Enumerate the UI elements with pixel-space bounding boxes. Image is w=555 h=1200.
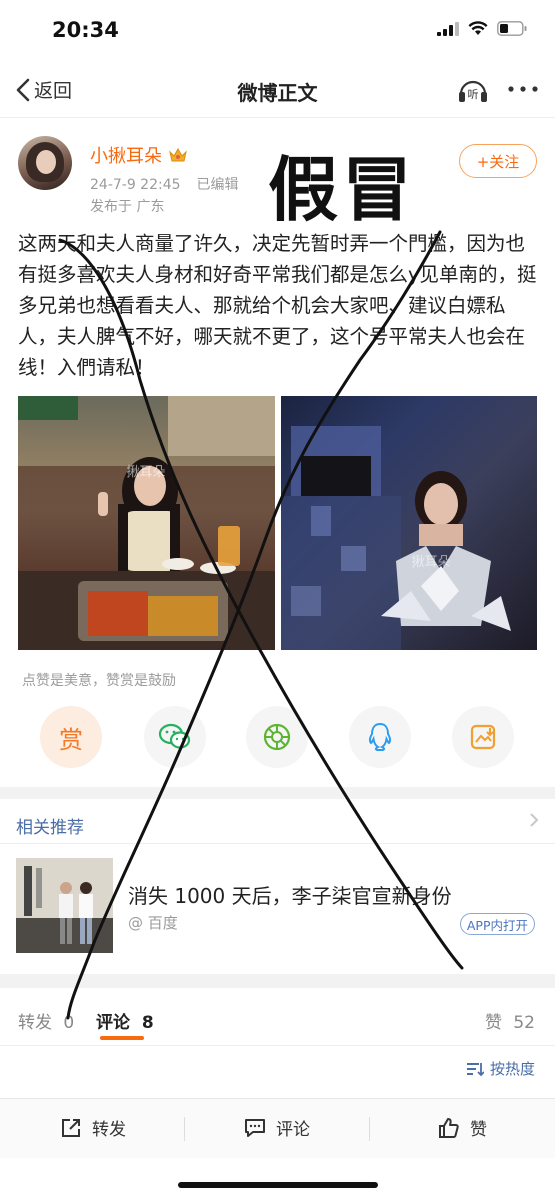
- divider: [369, 1117, 370, 1141]
- more-dots-icon: [508, 86, 538, 92]
- related-source: @ 百度: [128, 914, 178, 932]
- repost-button[interactable]: 转发: [60, 1115, 126, 1140]
- related-headline[interactable]: 消失 1000 天后，李子柒官宣新身份: [128, 880, 452, 909]
- comment-label: 评论: [276, 1120, 310, 1140]
- sort-button[interactable]: 按热度: [466, 1058, 535, 1079]
- post-meta: 24-7-9 22:45 已编辑: [90, 174, 239, 194]
- divider: [184, 1117, 185, 1141]
- home-indicator: [178, 1182, 378, 1188]
- post-text: 这两天和夫人商量了许久，决定先暂时弄一个門檻，因为也有挺多喜欢夫人身材和好奇平常…: [18, 232, 537, 379]
- username-link[interactable]: 小揪耳朵: [90, 142, 188, 168]
- related-thumbnail[interactable]: [16, 858, 113, 953]
- tab-like-label: 赞: [484, 1013, 502, 1033]
- headphones-icon: 听: [459, 80, 487, 102]
- reward-hint: 点赞是美意，赞赏是鼓励: [22, 673, 176, 689]
- share-qq-button[interactable]: [349, 706, 411, 768]
- moments-icon: [263, 723, 291, 751]
- tab-repost-count: 0: [63, 1013, 75, 1033]
- chevron-right-icon[interactable]: [529, 812, 539, 833]
- related-title: 相关推荐: [16, 818, 84, 838]
- follow-button[interactable]: +关注: [459, 144, 537, 178]
- tab-comment-label: 评论: [96, 1013, 130, 1033]
- save-image-button[interactable]: [452, 706, 514, 768]
- comment-icon: [245, 1118, 265, 1137]
- wechat-icon: [158, 723, 191, 749]
- watermark-1: 揪耳朵: [126, 464, 165, 480]
- section-gap: [0, 974, 555, 988]
- sort-icon: [466, 1062, 484, 1076]
- share-row: 赏: [0, 706, 555, 772]
- like-button[interactable]: 赞: [438, 1115, 487, 1140]
- bottom-action-bar: 转发 评论 赞: [0, 1098, 555, 1158]
- username: 小揪耳朵: [90, 146, 162, 167]
- nav-bar: 返回 微博正文 听: [0, 62, 555, 118]
- tab-comment[interactable]: 评论 8: [96, 1008, 154, 1033]
- restaurant-photo: 揪耳朵: [18, 396, 275, 650]
- battery-icon: [497, 21, 527, 36]
- status-bar: 20:34: [0, 0, 555, 62]
- like-label: 赞: [470, 1120, 487, 1140]
- status-icons: [437, 21, 527, 36]
- reward-icon: 赏: [59, 725, 83, 754]
- crown-badge-icon: [169, 147, 187, 162]
- edited-label: 已编辑: [196, 177, 239, 193]
- tab-like-count: 52: [513, 1013, 535, 1033]
- signal-icon: [437, 21, 459, 36]
- active-tab-indicator: [100, 1036, 144, 1040]
- tab-repost[interactable]: 转发 0: [18, 1008, 74, 1033]
- post-image-2[interactable]: 揪耳朵: [281, 396, 537, 650]
- repost-icon: [62, 1118, 80, 1137]
- qq-icon: [368, 722, 392, 751]
- tab-like[interactable]: 赞 52: [485, 1008, 535, 1033]
- thumbs-up-icon: [439, 1117, 459, 1138]
- stage-photo: 揪耳朵: [281, 426, 511, 650]
- reward-button[interactable]: 赏: [40, 706, 102, 768]
- status-time: 20:34: [52, 18, 119, 42]
- section-gap: [0, 787, 555, 799]
- listen-button[interactable]: 听: [457, 76, 489, 108]
- post-image-1[interactable]: 揪耳朵: [18, 396, 275, 650]
- listen-label: 听: [468, 88, 479, 101]
- tab-comment-count: 8: [141, 1013, 154, 1033]
- post-location: 发布于 广东: [90, 199, 165, 215]
- watermark-2: 揪耳朵: [411, 554, 450, 570]
- fake-stamp: 假冒: [268, 149, 416, 231]
- avatar[interactable]: [18, 136, 72, 190]
- post-date: 24-7-9 22:45: [90, 177, 181, 193]
- divider: [0, 843, 555, 844]
- engagement-tabs: 转发 0 评论 8 赞 52: [0, 988, 555, 1046]
- save-image-icon: [470, 724, 496, 750]
- comment-button[interactable]: 评论: [244, 1115, 310, 1140]
- more-button[interactable]: [507, 74, 539, 99]
- sort-label: 按热度: [489, 1060, 535, 1078]
- share-moments-button[interactable]: [246, 706, 308, 768]
- share-wechat-button[interactable]: [144, 706, 206, 768]
- open-in-app-button[interactable]: APP内打开: [459, 913, 535, 935]
- repost-label: 转发: [92, 1120, 126, 1140]
- wifi-icon: [468, 21, 488, 35]
- tab-repost-label: 转发: [18, 1013, 52, 1033]
